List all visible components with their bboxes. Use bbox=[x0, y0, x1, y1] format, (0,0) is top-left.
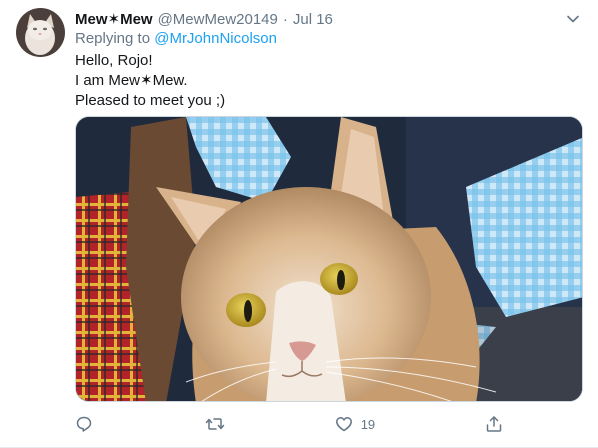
tweet-actions: 19 bbox=[75, 412, 505, 436]
display-name[interactable]: Mew✶Mew bbox=[75, 10, 153, 28]
tweet[interactable]: Mew✶Mew @MewMew20149 · Jul 16 Replying t… bbox=[0, 0, 598, 448]
avatar-image bbox=[16, 8, 65, 57]
avatar[interactable] bbox=[16, 8, 65, 57]
reply-icon bbox=[76, 416, 92, 432]
share-button[interactable] bbox=[485, 415, 505, 433]
dot-separator: · bbox=[282, 10, 288, 28]
tweet-header: Mew✶Mew @MewMew20149 · Jul 16 bbox=[75, 9, 333, 29]
retweet-icon bbox=[205, 418, 225, 430]
tweet-text-line: Hello, Rojo! bbox=[75, 52, 153, 69]
tweet-text-line: Pleased to meet you ;) bbox=[75, 92, 226, 109]
reply-mention-link[interactable]: @MrJohnNicolson bbox=[154, 30, 277, 47]
user-handle[interactable]: @MewMew20149 bbox=[158, 11, 278, 28]
like-count: 19 bbox=[360, 416, 376, 432]
retweet-button[interactable] bbox=[205, 415, 225, 433]
heart-icon bbox=[335, 417, 352, 432]
cat-photo bbox=[76, 117, 582, 401]
tweet-menu-button[interactable] bbox=[564, 10, 582, 28]
share-icon bbox=[486, 416, 502, 432]
tweet-text-line: I am Mew✶Mew. bbox=[75, 72, 188, 89]
like-button[interactable]: 19 bbox=[335, 415, 375, 433]
replying-prefix: Replying to bbox=[75, 30, 155, 47]
chevron-down-icon bbox=[567, 15, 579, 23]
tweet-text: Hello, Rojo! I am Mew✶Mew. Pleased to me… bbox=[75, 51, 225, 111]
replying-to: Replying to @MrJohnNicolson bbox=[75, 30, 277, 48]
tweet-date[interactable]: Jul 16 bbox=[293, 11, 333, 28]
reply-button[interactable] bbox=[75, 415, 95, 433]
tweet-media-image[interactable] bbox=[75, 116, 583, 402]
